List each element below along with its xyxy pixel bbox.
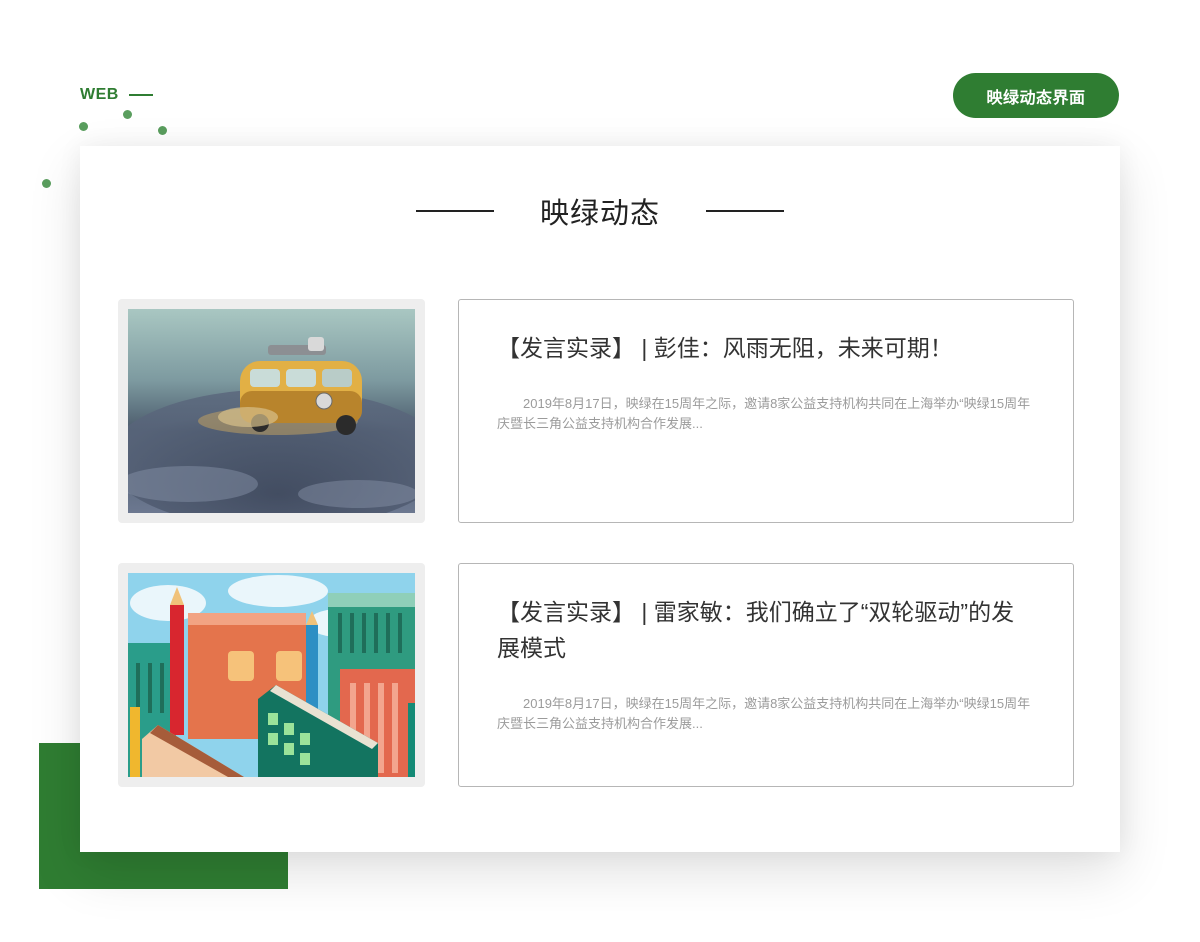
web-label: WEB bbox=[80, 86, 153, 104]
decor-dot bbox=[123, 110, 132, 119]
decor-dot bbox=[79, 122, 88, 131]
news-thumbnail[interactable] bbox=[118, 563, 425, 787]
news-excerpt: 2019年8月17日，映绿在15周年之际，邀请8家公益支持机构共同在上海举办“映… bbox=[497, 696, 1031, 731]
section-header: 映绿动态 bbox=[80, 190, 1120, 232]
news-item[interactable]: 【发言实录】 | 雷家敏：我们确立了“双轮驱动”的发展模式 2019年8月17日… bbox=[118, 563, 1074, 787]
title-rule-right bbox=[706, 210, 784, 212]
page-badge-button[interactable]: 映绿动态界面 bbox=[953, 73, 1119, 118]
decor-dot bbox=[158, 126, 167, 135]
web-label-line bbox=[128, 94, 153, 96]
news-headline-link[interactable]: 【发言实录】 | 彭佳：风雨无阻，未来可期！ bbox=[497, 330, 1037, 366]
news-item[interactable]: 【发言实录】 | 彭佳：风雨无阻，未来可期！ 2019年8月17日，映绿在15周… bbox=[118, 299, 1074, 523]
news-text-box: 【发言实录】 | 彭佳：风雨无阻，未来可期！ 2019年8月17日，映绿在15周… bbox=[458, 299, 1074, 523]
news-excerpt: 2019年8月17日，映绿在15周年之际，邀请8家公益支持机构共同在上海举办“映… bbox=[497, 396, 1031, 431]
news-text-box: 【发言实录】 | 雷家敏：我们确立了“双轮驱动”的发展模式 2019年8月17日… bbox=[458, 563, 1074, 787]
title-rule-left bbox=[415, 210, 494, 212]
web-label-text: WEB bbox=[80, 86, 119, 103]
book-city-illustration-icon bbox=[128, 573, 415, 777]
news-card: 映绿动态 【发言实录】 | 彭佳：风雨无阻，未来可期！ 2019年8月17日，映… bbox=[80, 146, 1120, 852]
toy-van-photo-icon bbox=[128, 309, 415, 513]
section-title: 映绿动态 bbox=[539, 198, 660, 230]
news-headline-link[interactable]: 【发言实录】 | 雷家敏：我们确立了“双轮驱动”的发展模式 bbox=[497, 594, 1037, 666]
news-thumbnail[interactable] bbox=[118, 299, 425, 523]
decor-dot bbox=[42, 179, 51, 188]
